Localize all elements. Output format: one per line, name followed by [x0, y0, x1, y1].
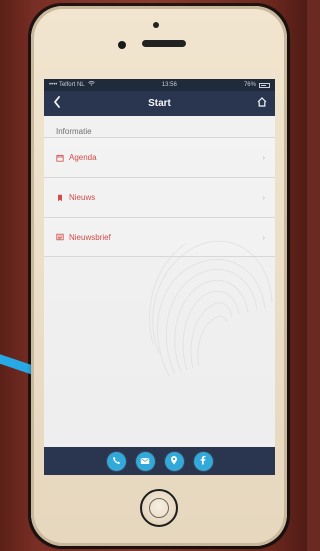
top-nav-bar: Start: [44, 91, 275, 116]
menu-item-nieuws[interactable]: Nieuws ›: [44, 177, 275, 217]
location-action-button[interactable]: [164, 451, 184, 471]
status-left: •••• Telfort NL: [49, 79, 95, 91]
content-area: Informatie Agenda › Nieuws › Nieuwsbrief…: [44, 116, 275, 447]
phone-icon: [112, 452, 121, 470]
menu-item-label-nieuws: Nieuws: [69, 193, 96, 202]
facebook-icon: [199, 452, 207, 470]
phone-device: •••• Telfort NL 13:56 76% Start Informat…: [31, 6, 287, 546]
mail-action-button[interactable]: [135, 451, 155, 471]
menu-item-label-agenda: Agenda: [69, 153, 97, 162]
home-button-top[interactable]: [251, 91, 273, 116]
phone-screen: •••• Telfort NL 13:56 76% Start Informat…: [44, 79, 275, 475]
wifi-icon: [87, 79, 95, 91]
page-title: Start: [148, 98, 171, 109]
phone-action-button[interactable]: [106, 451, 126, 471]
menu-item-agenda[interactable]: Agenda ›: [44, 137, 275, 177]
bookmark-icon: [56, 194, 64, 202]
status-bar: •••• Telfort NL 13:56 76%: [44, 79, 275, 91]
back-button[interactable]: [46, 91, 68, 116]
front-camera: [118, 41, 126, 49]
chevron-right-icon: ›: [262, 232, 265, 242]
home-icon: [257, 97, 267, 110]
mail-icon: [140, 452, 150, 470]
newsletter-icon: [56, 233, 64, 241]
facebook-action-button[interactable]: [193, 451, 213, 471]
menu-item-left: Nieuws: [56, 193, 262, 202]
menu-item-label-nieuwsbrief: Nieuwsbrief: [69, 232, 111, 242]
location-icon: [170, 452, 178, 470]
battery-icon: [258, 82, 270, 88]
calendar-icon: [56, 154, 64, 162]
status-right: 76%: [244, 79, 270, 91]
menu-list: Agenda › Nieuws › Nieuwsbrief ›: [44, 137, 275, 257]
photo-scene: •••• Telfort NL 13:56 76% Start Informat…: [0, 0, 307, 551]
section-title: Informatie: [56, 127, 92, 136]
menu-item-left: Agenda: [56, 153, 262, 162]
menu-item-nieuwsbrief[interactable]: Nieuwsbrief ›: [44, 217, 275, 257]
back-chevron-icon: [53, 96, 61, 111]
chevron-right-icon: ›: [262, 193, 265, 202]
chevron-right-icon: ›: [262, 153, 265, 162]
menu-item-left: Nieuwsbrief: [56, 233, 262, 242]
carrier-text: •••• Telfort NL: [49, 82, 85, 88]
camera-dot: [153, 22, 159, 28]
speaker-grill: [142, 40, 186, 47]
bottom-action-bar: [44, 447, 275, 475]
battery-percentage: 76%: [243, 82, 256, 88]
status-time: 13:56: [161, 82, 177, 88]
home-button-ring: [149, 498, 169, 518]
